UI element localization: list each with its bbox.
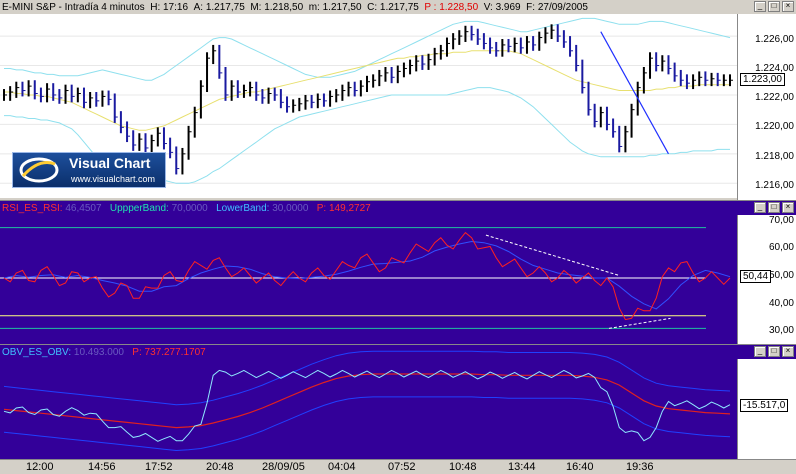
rsi-window-buttons: _ □ × — [754, 202, 794, 213]
maximize-button[interactable]: □ — [768, 346, 780, 357]
price-tick: 1.226,00 — [755, 34, 794, 45]
rsi-pane[interactable]: RSI_ES_RSI: 46,4507 UppperBand: 70,0000 … — [0, 200, 796, 344]
obv-current-value: -15.517,0 — [740, 399, 789, 412]
divergence-line — [608, 317, 671, 329]
minimize-button[interactable]: _ — [754, 346, 766, 357]
visual-chart-logo: Visual Chart www.visualchart.com — [12, 152, 166, 188]
time-tick: 20:48 — [206, 461, 234, 473]
price-pane[interactable]: E-MINI S&P - Intradía 4 minutos H: 17:16… — [0, 0, 796, 200]
obv-axis: -15.517,0 — [737, 359, 796, 460]
rsi-line — [3, 231, 731, 321]
time-tick: 14:56 — [88, 461, 116, 473]
time-tick: 19:36 — [626, 461, 654, 473]
rsi-current-value: 50,44 — [740, 270, 772, 283]
obv-chart[interactable] — [0, 345, 737, 460]
time-tick: 13:44 — [508, 461, 536, 473]
logo-title: Visual Chart — [69, 155, 151, 171]
obv-window-buttons: _ □ × — [754, 346, 794, 357]
time-tick: 16:40 — [566, 461, 594, 473]
logo-url: www.visualchart.com — [71, 174, 156, 184]
price-current-value: 1.223,00 — [740, 73, 785, 86]
minimize-button[interactable]: _ — [754, 1, 766, 12]
rsi-chart[interactable] — [0, 201, 737, 344]
time-tick: 10:48 — [449, 461, 477, 473]
minimize-button[interactable]: _ — [754, 202, 766, 213]
rsi-tick: 30,00 — [768, 325, 794, 336]
obv-line — [3, 369, 731, 442]
maximize-button[interactable]: □ — [768, 1, 780, 12]
time-axis: 12:00 14:56 17:52 20:48 28/09/05 04:04 0… — [0, 459, 796, 474]
rsi-signal-line — [3, 240, 731, 310]
time-tick: 12:00 — [26, 461, 54, 473]
close-button[interactable]: × — [782, 1, 794, 12]
obv-moving-average — [3, 373, 731, 429]
price-tick: 1.218,00 — [755, 151, 794, 162]
price-tick: 1.216,00 — [755, 180, 794, 191]
close-button[interactable]: × — [782, 346, 794, 357]
rsi-tick: 40,00 — [768, 298, 794, 309]
divergence-line — [485, 234, 620, 276]
rsi-tick: 50,00 — [768, 270, 794, 281]
rsi-axis: 70,00 60,00 50,00 40,00 30,00 50,44 — [737, 215, 796, 344]
rsi-tick: 70,00 — [768, 215, 794, 226]
price-axis: 1.226,00 1.224,00 1.222,00 1.220,00 1.21… — [737, 14, 796, 200]
obv-upper-envelope — [3, 350, 731, 406]
swoosh-icon — [19, 157, 59, 183]
price-tick: 1.220,00 — [755, 121, 794, 132]
obv-pane[interactable]: OBV_ES_OBV: 10.493.000 P: 737.277.1707 _… — [0, 344, 796, 460]
obv-lower-envelope — [3, 396, 731, 452]
time-tick: 28/09/05 — [262, 461, 305, 473]
price-window-buttons: _ □ × — [754, 1, 794, 12]
time-tick: 17:52 — [145, 461, 173, 473]
time-tick: 07:52 — [388, 461, 416, 473]
rsi-tick: 60,00 — [768, 242, 794, 253]
price-tick: 1.222,00 — [755, 92, 794, 103]
maximize-button[interactable]: □ — [768, 202, 780, 213]
close-button[interactable]: × — [782, 202, 794, 213]
time-tick: 04:04 — [328, 461, 356, 473]
